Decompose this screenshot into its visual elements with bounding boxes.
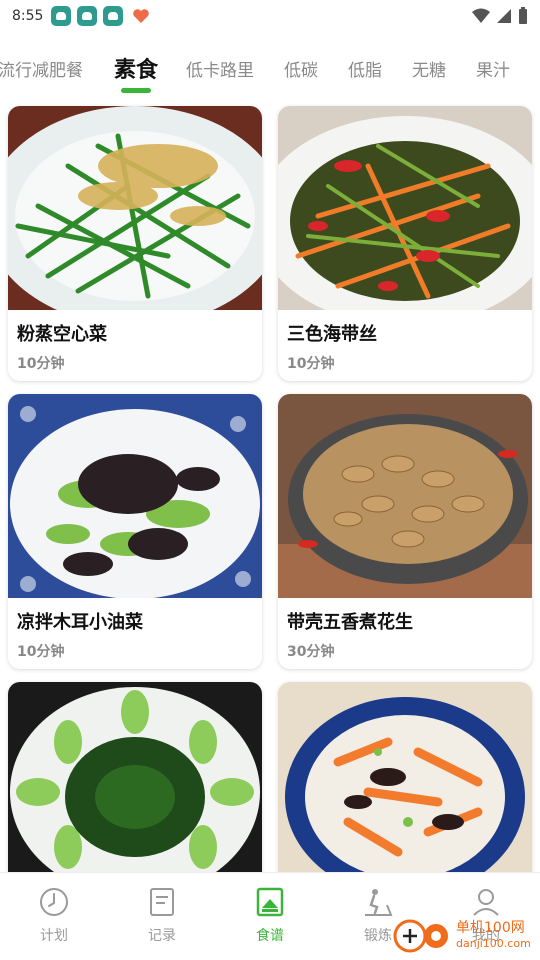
nav-recipes[interactable]: 食谱	[230, 885, 310, 945]
status-time: 8:55	[12, 8, 44, 24]
recipe-photo	[278, 682, 532, 886]
watermark-text: 单机100网 danji100.com	[456, 920, 531, 952]
recipe-photo	[8, 106, 262, 310]
nav-plan[interactable]: 计划	[14, 885, 94, 945]
note-icon	[150, 888, 174, 916]
category-tabs: 流行减肥餐 素食 低卡路里 低碳 低脂 无糖 果汁	[0, 42, 540, 102]
recipe-title: 带壳五香煮花生	[287, 612, 413, 633]
recipe-photo	[8, 394, 262, 598]
status-bar: 8:55	[0, 0, 540, 32]
person-icon	[473, 889, 499, 916]
recipe-title: 凉拌木耳小油菜	[17, 612, 143, 633]
battery-icon	[519, 7, 527, 24]
recipe-time: 10分钟	[17, 644, 65, 660]
watermark-logo-icon	[393, 919, 448, 953]
watermark-line2: danji100.com	[456, 937, 531, 950]
recipe-card[interactable]: 带壳五香煮花生 30分钟	[278, 394, 532, 669]
treadmill-icon	[365, 889, 393, 916]
heart-icon	[133, 9, 150, 23]
recipe-card[interactable]: 三色海带丝 10分钟	[278, 106, 532, 381]
recipe-time: 10分钟	[17, 356, 65, 372]
tab-juice[interactable]: 果汁	[476, 56, 510, 81]
site-watermark: 单机100网 danji100.com	[392, 918, 531, 954]
recipe-card[interactable]: 粉蒸空心菜 10分钟	[8, 106, 262, 381]
tab-sugar-free[interactable]: 无糖	[412, 56, 446, 81]
tab-low-carb[interactable]: 低碳	[284, 56, 318, 81]
recipe-time: 30分钟	[287, 644, 335, 660]
wifi-icon	[472, 8, 490, 23]
nav-label: 锻炼	[364, 928, 392, 944]
tab-vegetarian[interactable]: 素食	[114, 52, 158, 84]
watermark-line1: 单机100网	[456, 920, 525, 936]
recipe-icon	[256, 887, 284, 917]
nav-label: 食谱	[256, 928, 284, 944]
app-notification-icon	[77, 6, 98, 26]
nav-label: 记录	[148, 928, 176, 944]
tab-low-fat[interactable]: 低脂	[348, 56, 382, 81]
recipe-card[interactable]: 凉拌木耳小油菜 10分钟	[8, 394, 262, 669]
status-right	[472, 7, 528, 25]
tab-popular-diet[interactable]: 流行减肥餐	[0, 56, 83, 81]
active-tab-indicator	[121, 88, 151, 93]
recipe-title: 三色海带丝	[287, 324, 377, 345]
nav-label: 计划	[40, 928, 68, 944]
recipe-title: 粉蒸空心菜	[17, 324, 107, 345]
signal-icon	[497, 9, 511, 23]
recipe-time: 10分钟	[287, 356, 335, 372]
recipe-photo	[8, 682, 262, 886]
app-notification-icon	[103, 6, 124, 26]
tab-low-calorie[interactable]: 低卡路里	[186, 56, 254, 81]
recipe-photo	[278, 394, 532, 598]
nav-record[interactable]: 记录	[122, 885, 202, 945]
recipe-photo	[278, 106, 532, 310]
clock-icon	[40, 888, 68, 916]
app-notification-icon	[51, 6, 72, 26]
